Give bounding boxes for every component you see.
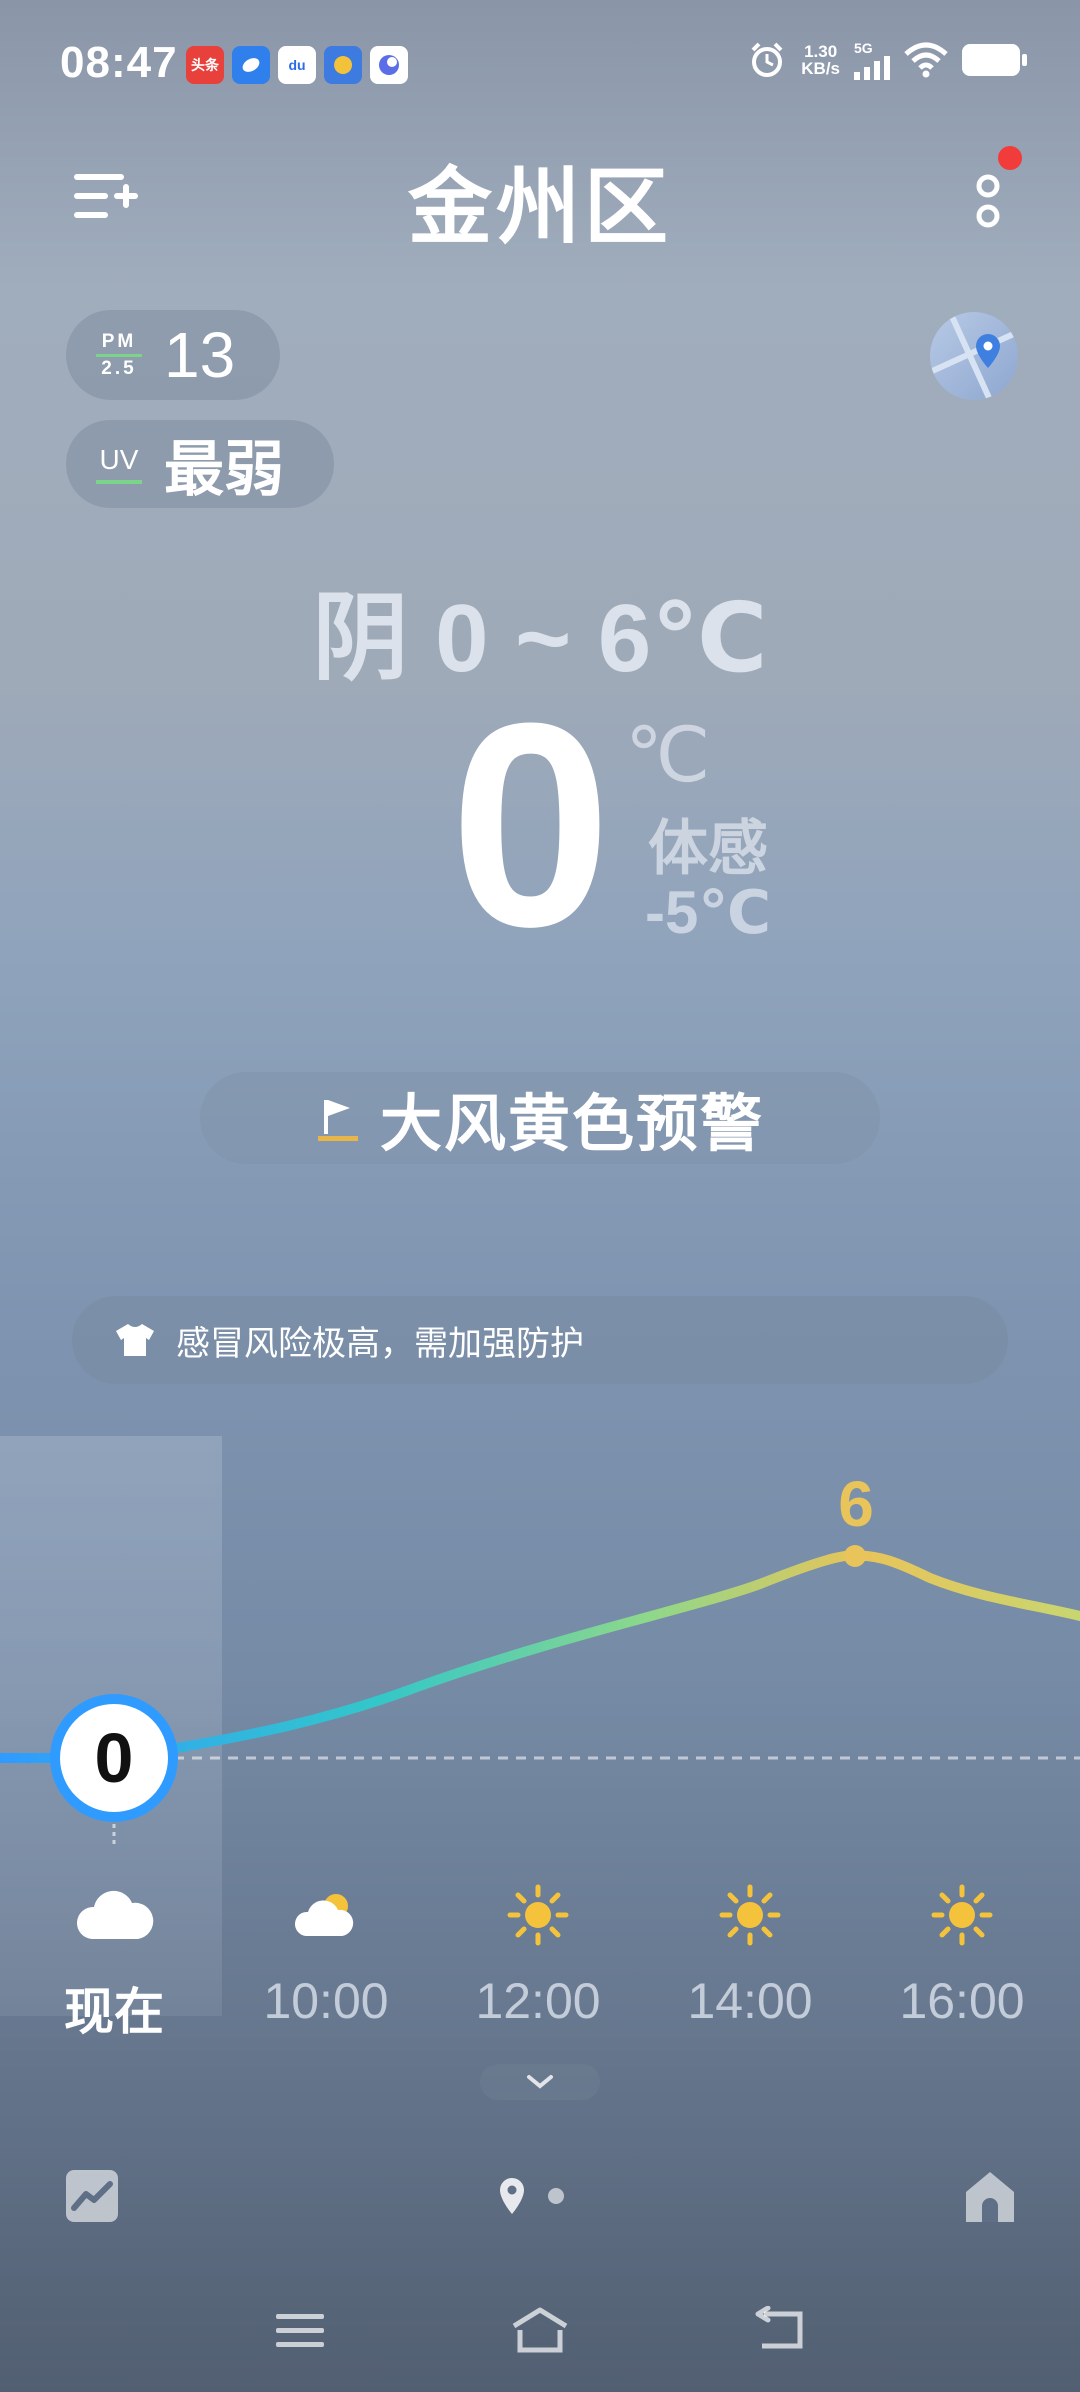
hour-label: 12:00 — [475, 1973, 601, 2029]
hour-item[interactable]: 12:00 — [458, 1880, 618, 2030]
hour-item[interactable]: 现在 — [34, 1880, 194, 2044]
feels-like-value: -5℃ — [645, 879, 772, 946]
back-icon — [755, 2306, 803, 2349]
city-page-indicator[interactable] — [490, 2160, 590, 2232]
wifi-icon — [904, 42, 948, 78]
more-icon — [976, 174, 1000, 228]
battery-icon — [962, 44, 1027, 76]
back-button[interactable] — [740, 2300, 820, 2360]
temperature-unit: ℃ — [625, 713, 711, 798]
weather-alert-banner[interactable]: 大风黄色预警 — [200, 1072, 880, 1164]
home-tab[interactable] — [954, 2160, 1026, 2232]
home-button[interactable] — [500, 2300, 580, 2360]
map-pin-icon — [930, 312, 1018, 400]
uv-label: UV — [96, 444, 142, 484]
map-button[interactable] — [930, 312, 1018, 400]
menu-lines-icon — [276, 2314, 324, 2347]
current-temperature: 0 — [450, 663, 612, 987]
feels-like-label: 体感 — [648, 815, 768, 882]
health-advice-banner[interactable]: 感冒风险极高，需加强防护 — [72, 1296, 1008, 1384]
home-icon — [512, 2307, 568, 2353]
sunny-icon — [719, 1884, 781, 1946]
current-temp-marker: 0 — [95, 1719, 134, 1797]
signal-icon — [854, 56, 890, 80]
pm25-value: 13 — [164, 319, 236, 391]
sunny-icon — [507, 1884, 569, 1946]
location-dot-icon — [500, 2178, 564, 2214]
hour-label: 现在 — [64, 1984, 164, 2040]
partly-cloudy-icon — [294, 1894, 354, 1936]
alarm-icon — [751, 42, 783, 77]
house-icon — [966, 2172, 1014, 2222]
trend-tab[interactable] — [56, 2160, 128, 2232]
alert-flag-icon — [317, 1100, 358, 1141]
trend-chart-icon — [66, 2170, 118, 2222]
app-notification-icon — [324, 46, 362, 84]
peak-temp-dot — [844, 1545, 866, 1567]
update-badge — [998, 146, 1022, 170]
status-bar: 08:47 头条 du 1.30 KB/s 5G — [0, 0, 1080, 128]
peak-temp-label: 6 — [838, 1468, 874, 1540]
chevron-down-icon — [527, 2075, 553, 2089]
advice-text: 感冒风险极高，需加强防护 — [176, 1324, 584, 1363]
pm25-pill[interactable]: PM 2.5 13 — [66, 310, 280, 400]
hour-item[interactable]: 14:00 — [670, 1880, 830, 2030]
sunny-icon — [931, 1884, 993, 1946]
alert-text: 大风黄色预警 — [379, 1090, 764, 1159]
shirt-icon — [116, 1324, 154, 1356]
more-options-button[interactable] — [960, 168, 1020, 238]
net-speed: 1.30 KB/s — [801, 42, 840, 78]
uv-pill[interactable]: UV 最弱 — [66, 420, 334, 508]
status-time: 08:47 — [60, 38, 178, 87]
baidu-notification-icon: du — [278, 46, 316, 84]
chat-notification-icon — [232, 46, 270, 84]
cloudy-icon — [76, 1890, 154, 1939]
hour-item[interactable]: 10:00 — [246, 1880, 406, 2030]
pm25-label: PM 2.5 — [96, 331, 142, 379]
toutiao-notification-icon: 头条 — [186, 46, 224, 84]
signal-indicator: 5G — [854, 40, 890, 80]
uv-value: 最弱 — [164, 435, 284, 503]
recent-apps-button[interactable] — [260, 2300, 340, 2360]
hour-label: 10:00 — [263, 1973, 389, 2029]
city-title: 金州区 — [407, 160, 672, 254]
expand-forecast-button[interactable] — [480, 2064, 600, 2100]
browser-notification-icon — [370, 46, 408, 84]
hour-label: 14:00 — [687, 1973, 813, 2029]
hourly-temperature-chart: 6 0 — [0, 1468, 1080, 1848]
hour-item[interactable]: 16:00 — [882, 1880, 1042, 2030]
hour-label: 16:00 — [899, 1973, 1025, 2029]
